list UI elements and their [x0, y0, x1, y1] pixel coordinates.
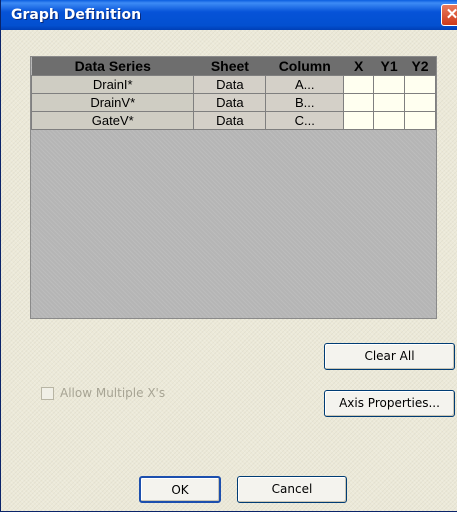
column-cell[interactable]: C...: [265, 111, 345, 130]
sheet-cell[interactable]: Data: [193, 75, 267, 94]
table-row[interactable]: GateV* Data C...: [30, 111, 436, 130]
table-header-row: Data Series Sheet Column X Y1 Y2: [31, 57, 436, 76]
data-series-grid: Data Series Sheet Column X Y1 Y2 DrainI*…: [30, 56, 437, 319]
close-icon[interactable]: ✕: [441, 4, 457, 26]
y1-checkbox-cell[interactable]: [373, 111, 406, 130]
sheet-cell[interactable]: Data: [193, 93, 267, 112]
allow-multiple-x-label: Allow Multiple X's: [60, 386, 166, 400]
x-checkbox-cell[interactable]: [343, 75, 375, 94]
ok-button[interactable]: OK: [139, 476, 221, 503]
column-header-column[interactable]: Column: [265, 57, 344, 76]
table-row[interactable]: DrainV* Data B...: [30, 93, 436, 112]
x-checkbox-cell[interactable]: [343, 111, 375, 130]
column-header-y1[interactable]: Y1: [373, 57, 405, 76]
y1-checkbox-cell[interactable]: [373, 93, 406, 112]
series-name-cell[interactable]: DrainV*: [30, 93, 195, 112]
y2-checkbox-cell[interactable]: [404, 75, 436, 94]
graph-definition-dialog: Graph Definition ✕ Data Series Sheet Col…: [0, 0, 457, 512]
sheet-cell[interactable]: Data: [193, 111, 267, 130]
table-row[interactable]: DrainI* Data A...: [30, 75, 436, 94]
column-cell[interactable]: A...: [265, 75, 345, 94]
cancel-button[interactable]: Cancel: [237, 476, 347, 503]
allow-multiple-x-checkbox[interactable]: [41, 387, 54, 400]
series-name-cell[interactable]: DrainI*: [30, 75, 195, 94]
column-header-x[interactable]: X: [343, 57, 374, 76]
x-checkbox-cell[interactable]: [343, 93, 375, 112]
y2-checkbox-cell[interactable]: [404, 111, 436, 130]
column-header-y2[interactable]: Y2: [404, 57, 436, 76]
column-header-data-series[interactable]: Data Series: [31, 57, 194, 76]
column-header-sheet[interactable]: Sheet: [193, 57, 266, 76]
column-cell[interactable]: B...: [265, 93, 345, 112]
allow-multiple-x-option[interactable]: Allow Multiple X's: [41, 386, 165, 400]
data-series-table: Data Series Sheet Column X Y1 Y2 DrainI*…: [30, 57, 436, 130]
clear-all-button[interactable]: Clear All: [324, 343, 455, 370]
y1-checkbox-cell[interactable]: [373, 75, 406, 94]
series-name-cell[interactable]: GateV*: [30, 111, 195, 130]
y2-checkbox-cell[interactable]: [404, 93, 436, 112]
title-bar[interactable]: Graph Definition ✕: [1, 0, 457, 30]
axis-properties-button[interactable]: Axis Properties...: [324, 390, 455, 417]
window-title: Graph Definition: [11, 7, 142, 23]
